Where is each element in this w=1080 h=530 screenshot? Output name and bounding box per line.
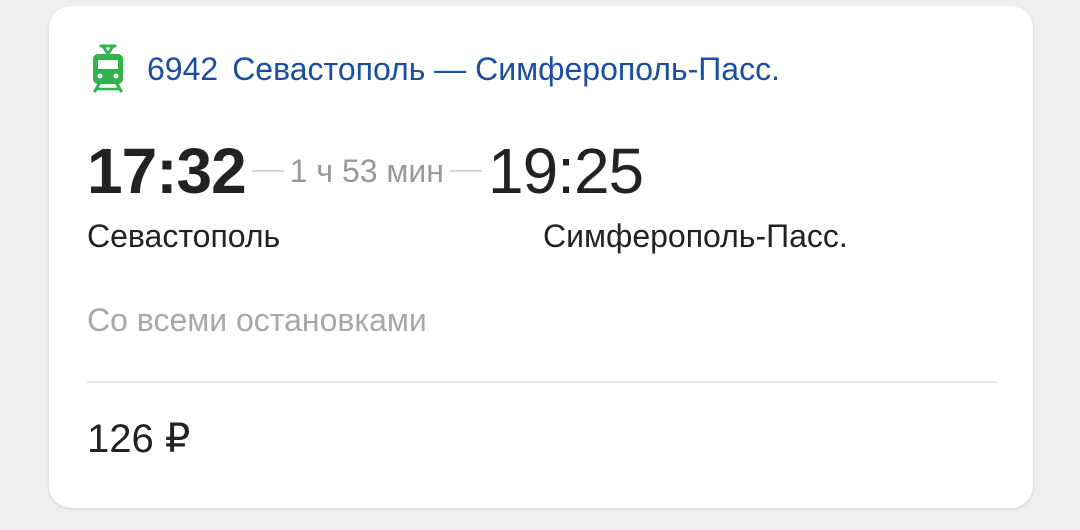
schedule-row: 17:32 1 ч 53 мин 19:25 (87, 126, 644, 216)
departure-station: Севастополь (87, 218, 281, 254)
trip-duration: 1 ч 53 мин (289, 152, 444, 189)
dash-divider (251, 170, 284, 172)
stops-info: Со всеми остановками (87, 302, 427, 338)
train-icon (91, 44, 125, 94)
arrival-station: Симферополь-Пасс. (543, 218, 848, 254)
route-title-link[interactable]: Севастополь — Симферополь-Пасс. (232, 51, 780, 88)
departure-time: 17:32 (87, 135, 247, 207)
train-number[interactable]: 6942 (147, 51, 218, 88)
dash-divider (449, 170, 482, 172)
card-divider (87, 381, 997, 383)
arrival-time: 19:25 (487, 135, 644, 207)
ticket-price: 126 ₽ (87, 417, 191, 461)
train-card[interactable]: 6942 Севастополь — Симферополь-Пасс. 17:… (49, 6, 1033, 508)
page: 6942 Севастополь — Симферополь-Пасс. 17:… (0, 0, 1080, 530)
card-header: 6942 Севастополь — Симферополь-Пасс. (91, 44, 780, 94)
